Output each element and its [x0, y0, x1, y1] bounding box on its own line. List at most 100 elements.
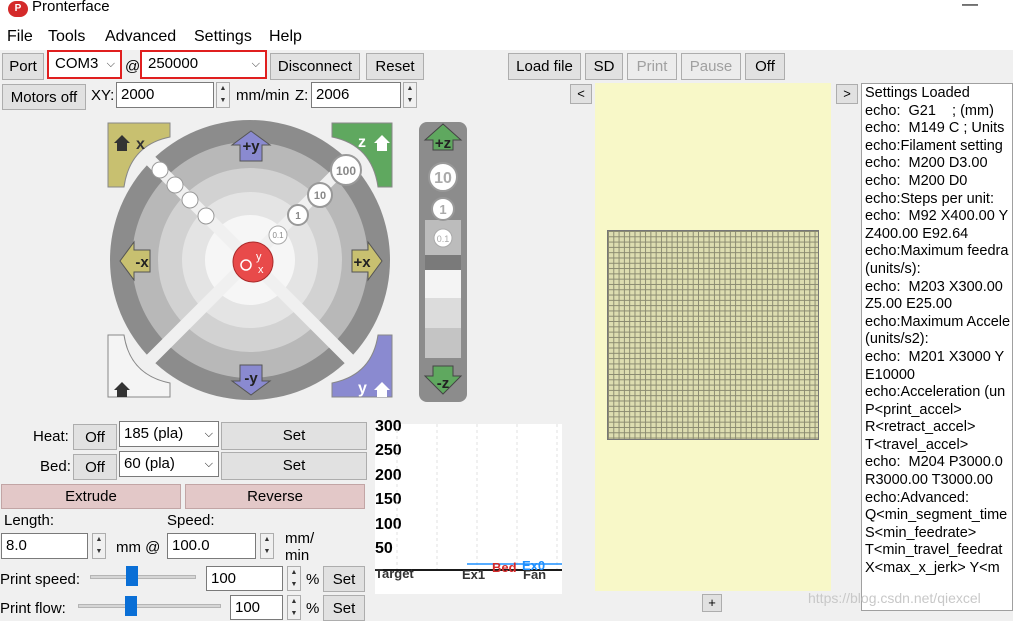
heat-temp-select[interactable]: 185 (pla) ⌵: [119, 421, 219, 447]
z-jog-segment[interactable]: [425, 298, 461, 328]
reverse-button[interactable]: Reverse: [185, 484, 365, 509]
console-line: echo: M149 C ; Units: [865, 120, 1005, 137]
length-spinner[interactable]: ▲ ▼: [92, 533, 106, 559]
z-jog-segment[interactable]: [425, 270, 461, 298]
heat-label: Heat:: [33, 428, 69, 445]
xy-jog-control[interactable]: 100 10 1 0.1 y x x z y +y -y -x +x: [100, 115, 400, 415]
z-step-1-text: 1: [439, 202, 446, 217]
jog-bead: [197, 207, 215, 225]
length-input[interactable]: 8.0: [1, 533, 88, 559]
print-speed-label: Print speed:: [0, 571, 81, 588]
graph-legend-target: Target: [375, 566, 414, 581]
bed-off-button[interactable]: Off: [73, 454, 117, 480]
console-line: echo:Advanced:: [865, 489, 969, 506]
console-line: echo:Maximum Accele: [865, 313, 1011, 330]
console-line: Settings Loaded: [865, 85, 970, 101]
console-log[interactable]: Settings Loaded echo: G21 ; (mm) echo: M14…: [861, 83, 1013, 611]
reset-button[interactable]: Reset: [366, 53, 424, 80]
z-jog-control[interactable]: +z 10 1 0.1 -z: [415, 120, 470, 405]
menu-help[interactable]: Help: [269, 28, 302, 46]
port-select[interactable]: COM3 ⌵: [47, 50, 122, 79]
menu-file[interactable]: File: [7, 28, 33, 46]
print-flow-slider-thumb[interactable]: [124, 596, 137, 616]
jog-bead: [151, 161, 169, 179]
bed-set-button[interactable]: Set: [221, 452, 367, 480]
print-flow-label: Print flow:: [0, 600, 66, 617]
chevron-down-icon: ⌵: [204, 458, 213, 470]
console-line: echo:Filament setting: [865, 137, 1003, 154]
z-jog-segment[interactable]: [425, 255, 461, 270]
speed-unit-top: mm/: [285, 530, 315, 547]
graph-legend-bed: Bed: [492, 560, 517, 575]
graph-legend-ex1: Ex1: [462, 567, 486, 582]
bed-temp-select[interactable]: 60 (pla) ⌵: [119, 451, 219, 477]
xy-feed-input[interactable]: 2000: [116, 82, 214, 108]
print-speed-slider-thumb[interactable]: [126, 566, 138, 586]
print-flow-input[interactable]: 100: [230, 595, 283, 620]
baud-select[interactable]: 250000 ⌵: [140, 50, 267, 79]
print-speed-set-button[interactable]: Set: [323, 566, 365, 592]
z-step-01-text: 0.1: [437, 234, 450, 244]
print-flow-set-button[interactable]: Set: [323, 595, 365, 621]
window-title: Pronterface: [32, 0, 110, 15]
baud-value: 250000: [148, 55, 199, 72]
console-line: echo: M204 P3000.0: [865, 454, 1003, 471]
disconnect-button[interactable]: Disconnect: [270, 53, 360, 80]
step-1-text: 1: [295, 211, 301, 222]
z-feed-input[interactable]: 2006: [311, 82, 401, 108]
jog-center-button[interactable]: [232, 241, 274, 283]
z-step-10-text: 10: [434, 170, 452, 187]
length-label: Length:: [4, 512, 55, 529]
print-speed-spinner[interactable]: ▲ ▼: [287, 566, 301, 591]
speed-input[interactable]: 100.0: [167, 533, 256, 559]
z-feed-spinner[interactable]: ▲ ▼: [403, 82, 417, 108]
console-line: (units/s2):: [865, 331, 929, 348]
title-bar: [0, 0, 1013, 26]
console-line: P<print_accel>: [865, 401, 962, 418]
preview-add-button[interactable]: +: [702, 594, 722, 612]
print-speed-slider-track[interactable]: [90, 575, 196, 579]
menu-advanced[interactable]: Advanced: [105, 28, 176, 46]
print-speed-input[interactable]: 100: [206, 566, 283, 591]
extrude-button[interactable]: Extrude: [1, 484, 181, 509]
print-flow-spinner[interactable]: ▲ ▼: [287, 595, 301, 620]
console-line: echo:Steps per unit:: [865, 190, 994, 207]
xy-feed-spinner[interactable]: ▲ ▼: [216, 82, 230, 108]
console-line: E10000: [865, 366, 915, 383]
print-button[interactable]: Print: [627, 53, 677, 80]
step-01-text: 0.1: [272, 231, 284, 240]
z-plus-label: +z: [435, 135, 451, 152]
motors-off-button[interactable]: Motors off: [2, 84, 86, 110]
preview-right-button[interactable]: >: [836, 84, 858, 104]
console-line: T<min_travel_feedrat: [865, 542, 1003, 559]
console-line: echo: M92 X400.00 Y: [865, 208, 1009, 225]
mm-min-label: mm/min: [236, 87, 290, 104]
print-flow-slider-track[interactable]: [78, 604, 221, 608]
speed-spinner[interactable]: ▲ ▼: [260, 533, 274, 559]
console-line: (units/s):: [865, 260, 921, 277]
console-line: echo: M203 X300.00: [865, 278, 1003, 295]
watermark-text: https://blog.csdn.net/qiexcel: [808, 590, 981, 606]
chevron-down-icon: ⌵: [251, 58, 260, 70]
heat-set-button[interactable]: Set: [221, 422, 367, 450]
port-button[interactable]: Port: [2, 53, 44, 80]
z-jog-segment[interactable]: [425, 328, 461, 358]
console-line: T<travel_accel>: [865, 436, 969, 453]
load-file-button[interactable]: Load file: [508, 53, 581, 80]
minus-y-label: -y: [244, 370, 258, 387]
console-line: Q<min_segment_time: [865, 507, 1008, 524]
bed-label: Bed:: [40, 458, 71, 475]
minus-x-label: -x: [135, 254, 149, 271]
minimize-button[interactable]: —: [962, 0, 978, 14]
heat-off-button[interactable]: Off: [73, 424, 117, 450]
preview-left-button[interactable]: <: [570, 84, 592, 104]
menu-settings[interactable]: Settings: [194, 28, 252, 46]
pause-button[interactable]: Pause: [681, 53, 741, 80]
z-minus-label: -z: [437, 375, 450, 392]
off-button[interactable]: Off: [745, 53, 785, 80]
console-line: echo: M201 X3000 Y: [865, 348, 1005, 365]
z-feed-label: Z:: [295, 87, 309, 104]
menu-tools[interactable]: Tools: [48, 28, 85, 46]
sd-button[interactable]: SD: [585, 53, 623, 80]
step-10-text: 10: [314, 190, 326, 202]
